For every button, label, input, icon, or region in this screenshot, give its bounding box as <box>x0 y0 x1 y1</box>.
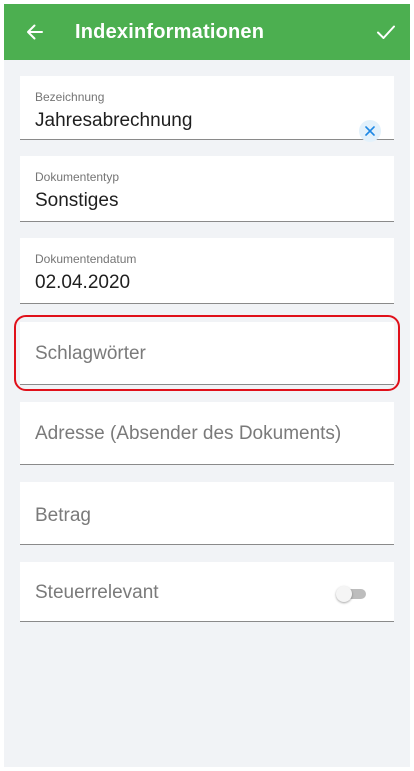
back-button[interactable] <box>21 18 49 46</box>
steuerrelevant-label: Steuerrelevant <box>35 582 159 603</box>
bezeichnung-label: Bezeichnung <box>35 90 105 104</box>
betrag-field[interactable]: Betrag <box>20 482 394 545</box>
steuerrelevant-toggle[interactable] <box>336 586 368 602</box>
close-icon <box>365 126 375 136</box>
dokumententyp-field[interactable]: Dokumententyp Sonstiges <box>20 156 394 222</box>
bezeichnung-value[interactable]: Jahresabrechnung <box>35 110 192 132</box>
adresse-placeholder: Adresse (Absender des Dokuments) <box>35 423 342 444</box>
betrag-placeholder: Betrag <box>35 505 91 526</box>
dokumententyp-label: Dokumententyp <box>35 170 120 184</box>
schlagwoerter-placeholder: Schlagwörter <box>35 343 146 364</box>
dokumentendatum-value[interactable]: 02.04.2020 <box>35 272 130 294</box>
clear-button[interactable] <box>359 120 381 142</box>
dokumententyp-value[interactable]: Sonstiges <box>35 190 118 212</box>
save-button[interactable] <box>372 18 400 46</box>
dokumentendatum-label: Dokumentendatum <box>35 252 137 266</box>
steuerrelevant-row: Steuerrelevant <box>20 562 394 622</box>
adresse-field[interactable]: Adresse (Absender des Dokuments) <box>20 402 394 465</box>
app-bar: Indexinformationen <box>4 4 410 60</box>
bezeichnung-field[interactable]: Bezeichnung Jahresabrechnung <box>20 76 394 142</box>
arrow-left-icon <box>27 24 43 40</box>
schlagwoerter-field[interactable]: Schlagwörter <box>20 322 394 385</box>
form-area: Bezeichnung Jahresabrechnung Dokumentent… <box>4 60 410 767</box>
page-title: Indexinformationen <box>75 21 265 43</box>
toggle-knob <box>336 586 352 602</box>
check-icon <box>377 25 395 39</box>
dokumentendatum-field[interactable]: Dokumentendatum 02.04.2020 <box>20 238 394 304</box>
